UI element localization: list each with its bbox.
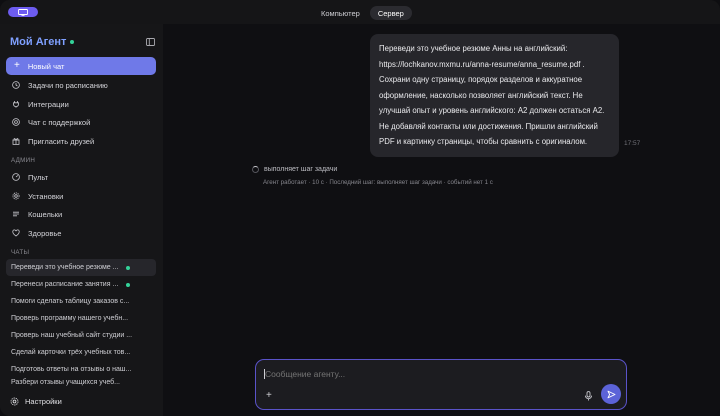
new-chat-button[interactable]: + Новый чат [6, 57, 156, 75]
sidebar-item-label: Здоровье [28, 228, 62, 238]
admin-section-label: АДМИН [11, 157, 36, 164]
mode-server-button[interactable]: Сервер [369, 6, 412, 20]
plus-icon: + [14, 60, 20, 71]
chat-active-dot [126, 266, 130, 270]
chat-list-item[interactable]: Перенеси расписание занятия ... [6, 276, 156, 293]
agent-status-details: Агент работает · 10 с · Последний шаг: в… [263, 179, 493, 186]
chat-title: Перенеси расписание занятия ... [11, 281, 119, 288]
brand[interactable]: Мой Агент [10, 36, 75, 48]
microphone-icon[interactable] [584, 391, 593, 401]
send-button[interactable] [601, 384, 621, 404]
message-time: 17:57 [624, 140, 641, 147]
plug-icon [13, 101, 19, 108]
sidebar-item-dashboard[interactable]: Пульт [6, 169, 156, 185]
sidebar-item-label: Пульт [28, 172, 49, 182]
online-status-dot [70, 40, 75, 45]
sidebar-item-label: Пригласить друзей [28, 136, 95, 146]
sidebar-item-support-chat[interactable]: Чат с поддержкой [6, 114, 156, 130]
chat-title: Проверь наш учебный сайт студии ... [11, 332, 133, 339]
sidebar-item-scheduled-tasks[interactable]: Задачи по расписанию [6, 77, 156, 93]
chat-title: Сделай карточки трёх учебных тов... [11, 349, 131, 356]
agent-status: выполняет шаг задачи [252, 166, 337, 173]
sidebar-collapse-icon[interactable] [146, 38, 155, 46]
dashboard-icon [12, 173, 20, 181]
send-icon [607, 390, 615, 398]
chat-title: Проверь программу нашего учебн... [11, 315, 129, 322]
clock-icon [12, 81, 20, 89]
chat-title: Помоги сделать таблицу заказов с... [11, 298, 130, 305]
sidebar-item-label: Кошельки [28, 209, 63, 219]
spinner-icon [252, 166, 259, 173]
settings-button[interactable]: Настройки [0, 386, 163, 416]
chat-main: Переведи это учебное резюме Анны на англ… [163, 24, 720, 416]
sidebar-item-settings-admin[interactable]: Установки [6, 188, 156, 204]
message-input[interactable] [265, 369, 595, 379]
mode-switch: Компьютер Сервер [312, 5, 413, 21]
attach-plus-icon[interactable]: + [266, 390, 272, 401]
sidebar-item-invite-friends[interactable]: Пригласить друзей [6, 133, 156, 149]
brand-name: Мой Агент [10, 36, 67, 48]
gift-icon [12, 138, 20, 145]
window-pill[interactable] [8, 7, 38, 17]
chat-list-item[interactable]: Подготовь ответы на отзывы о наш... [6, 361, 156, 378]
sidebar-item-label: Установки [28, 191, 64, 201]
chat-title: Переведи это учебное резюме ... [11, 264, 119, 271]
chat-list-item[interactable]: Переведи это учебное резюме ... [6, 259, 156, 276]
gear-icon [12, 192, 20, 200]
sidebar: Мой Агент + Новый чат Задачи по расписан… [0, 24, 163, 416]
gear-icon [10, 397, 19, 405]
chat-title: Разбери отзывы учащихся учеб... [11, 379, 121, 386]
chat-active-dot [126, 283, 130, 287]
agent-status-text: выполняет шаг задачи [264, 166, 338, 173]
top-bar: Компьютер Сервер [0, 0, 720, 24]
sidebar-item-label: Интеграции [28, 99, 69, 109]
chat-list-item[interactable]: Сделай карточки трёх учебных тов... [6, 344, 156, 361]
user-message: Переведи это учебное резюме Анны на англ… [370, 34, 619, 157]
sidebar-item-health[interactable]: Здоровье [6, 225, 156, 241]
chat-title: Подготовь ответы на отзывы о наш... [11, 366, 132, 373]
mode-computer-button[interactable]: Компьютер [313, 6, 368, 20]
app-window: Компьютер Сервер Мой Агент + Новый чат З… [0, 0, 720, 416]
message-composer: + [255, 359, 627, 410]
wallet-icon [13, 211, 19, 217]
sidebar-item-integrations[interactable]: Интеграции [6, 96, 156, 112]
chat-list-item[interactable]: Проверь программу нашего учебн... [6, 310, 156, 327]
chat-list-item[interactable]: Проверь наш учебный сайт студии ... [6, 327, 156, 344]
new-chat-label: Новый чат [27, 61, 65, 71]
chat-list-item[interactable]: Помоги сделать таблицу заказов с... [6, 293, 156, 310]
settings-label: Настройки [25, 396, 62, 406]
sidebar-item-label: Чат с поддержкой [28, 117, 91, 127]
heart-icon [12, 229, 20, 237]
sidebar-item-wallets[interactable]: Кошельки [6, 206, 156, 222]
support-icon [12, 118, 20, 126]
chats-section-label: ЧАТЫ [11, 249, 30, 256]
monitor-icon [18, 8, 28, 16]
sidebar-item-label: Задачи по расписанию [28, 80, 108, 90]
